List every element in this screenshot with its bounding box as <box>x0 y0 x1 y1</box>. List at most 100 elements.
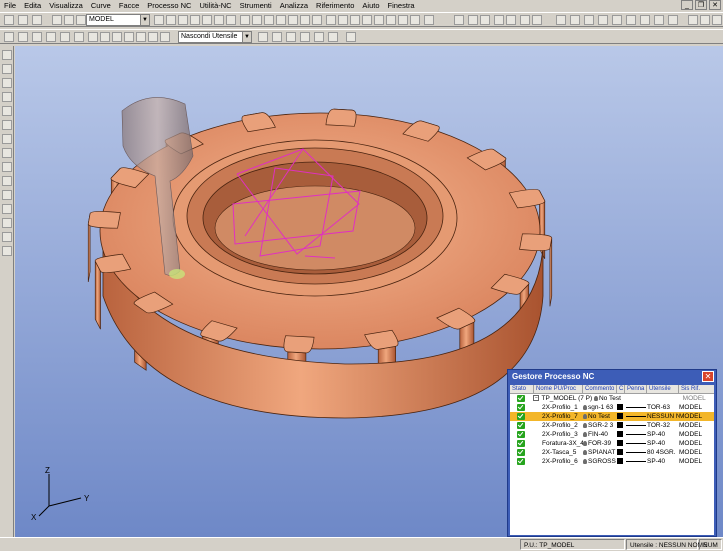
left-tool-button-9[interactable] <box>2 162 12 172</box>
tool-button-29[interactable] <box>424 15 434 25</box>
chevron-down-icon[interactable]: ▼ <box>140 15 149 25</box>
tool-button-18[interactable] <box>288 15 298 25</box>
nc-tool-button-3[interactable] <box>32 32 42 42</box>
tool-button-20[interactable] <box>312 15 322 25</box>
left-tool-button-6[interactable] <box>2 120 12 130</box>
tool-button-26[interactable] <box>386 15 396 25</box>
tool-button-24[interactable] <box>362 15 372 25</box>
tool-button-31[interactable] <box>468 15 478 25</box>
close-icon[interactable]: ✕ <box>702 371 714 382</box>
menu-visualizza[interactable]: Visualizza <box>45 0 87 12</box>
close-window-button[interactable]: ✕ <box>709 0 721 10</box>
tool-button-36[interactable] <box>532 15 542 25</box>
tool-button-3[interactable] <box>32 15 42 25</box>
col-commento[interactable]: Commento <box>583 385 617 393</box>
nc-tool-button-10[interactable] <box>124 32 134 42</box>
menu-utilit-nc[interactable]: Utilità-NC <box>195 0 235 12</box>
col-penna[interactable]: Penna <box>625 385 647 393</box>
model-select[interactable]: MODEL ▼ <box>86 14 150 26</box>
nc-tool-button-15[interactable] <box>272 32 282 42</box>
tool-button-17[interactable] <box>276 15 286 25</box>
tool-button-11[interactable] <box>202 15 212 25</box>
col-sis-rif[interactable]: Sis Rif. <box>679 385 714 393</box>
chevron-down-icon[interactable]: ▼ <box>242 32 251 42</box>
minimize-button[interactable]: _ <box>681 0 693 10</box>
tool-button-8[interactable] <box>166 15 176 25</box>
tool-button-33[interactable] <box>494 15 504 25</box>
nc-tool-button-16[interactable] <box>286 32 296 42</box>
tool-button-28[interactable] <box>410 15 420 25</box>
tool-button-25[interactable] <box>374 15 384 25</box>
nc-tool-button-17[interactable] <box>300 32 310 42</box>
tool-button-35[interactable] <box>520 15 530 25</box>
tool-button-9[interactable] <box>178 15 188 25</box>
menu-facce[interactable]: Facce <box>115 0 143 12</box>
left-tool-button-14[interactable] <box>2 232 12 242</box>
tool-button-44[interactable] <box>654 15 664 25</box>
tool-button-41[interactable] <box>612 15 622 25</box>
col-utensile[interactable]: Utensile <box>647 385 679 393</box>
nc-tool-button-5[interactable] <box>60 32 70 42</box>
nc-tool-button-9[interactable] <box>112 32 122 42</box>
tool-button-5[interactable] <box>64 15 74 25</box>
left-tool-button-10[interactable] <box>2 176 12 186</box>
menu-edita[interactable]: Edita <box>20 0 45 12</box>
tool-button-38[interactable] <box>570 15 580 25</box>
table-row[interactable]: 2X-Profilo_3 FIN-40 SP-40 MODEL <box>510 430 714 439</box>
menu-aiuto[interactable]: Aiuto <box>358 0 383 12</box>
tool-button-19[interactable] <box>300 15 310 25</box>
table-row[interactable]: 2X-Tasca_5 SPIANAT 80 4SGR. MODEL <box>510 448 714 457</box>
left-tool-button-15[interactable] <box>2 246 12 256</box>
menu-strumenti[interactable]: Strumenti <box>236 0 276 12</box>
tool-button-21[interactable] <box>326 15 336 25</box>
table-row[interactable]: 2X-Profilo_6 SGROSS SP-40 MODEL <box>510 457 714 466</box>
nc-tool-button-4[interactable] <box>46 32 56 42</box>
nc-tool-button-14[interactable] <box>258 32 268 42</box>
restore-button[interactable]: ❐ <box>695 0 707 10</box>
tool-button-1[interactable] <box>4 15 14 25</box>
nc-tool-button-18[interactable] <box>314 32 324 42</box>
tool-button-34[interactable] <box>506 15 516 25</box>
tool-button-39[interactable] <box>584 15 594 25</box>
col-nome[interactable]: Nome PU/Proc <box>534 385 583 393</box>
nc-process-manager[interactable]: Gestore Processo NC ✕ Stato Nome PU/Proc… <box>507 369 717 537</box>
tool-button-10[interactable] <box>190 15 200 25</box>
nc-tool-button-2[interactable] <box>18 32 28 42</box>
left-tool-button-7[interactable] <box>2 134 12 144</box>
menu-file[interactable]: File <box>0 0 20 12</box>
table-row[interactable]: 2X-Profilo_2 SGR-2 3 TOR-32 MODEL <box>510 421 714 430</box>
tool-button-27[interactable] <box>398 15 408 25</box>
left-tool-button-1[interactable] <box>2 50 12 60</box>
tool-button-22[interactable] <box>338 15 348 25</box>
nc-tool-button-1[interactable] <box>4 32 14 42</box>
tool-button-42[interactable] <box>626 15 636 25</box>
tool-button-46[interactable] <box>688 15 698 25</box>
table-row[interactable]: 2X-Profilo_7 No Test NESSUN N MODEL <box>510 412 714 421</box>
menu-riferimento[interactable]: Riferimento <box>312 0 358 12</box>
tool-visibility-select[interactable]: Nascondi Utensile ▼ <box>178 31 252 43</box>
tool-button-45[interactable] <box>668 15 678 25</box>
left-tool-button-13[interactable] <box>2 218 12 228</box>
tool-button-48[interactable] <box>712 15 722 25</box>
menu-processo-nc[interactable]: Processo NC <box>143 0 195 12</box>
menu-finestra[interactable]: Finestra <box>384 0 419 12</box>
nc-tool-button-13[interactable] <box>160 32 170 42</box>
tool-button-30[interactable] <box>454 15 464 25</box>
tool-button-37[interactable] <box>556 15 566 25</box>
table-row[interactable]: 2X-Profilo_1 sgn-1 63 TOR-63 MODEL <box>510 403 714 412</box>
tool-button-13[interactable] <box>226 15 236 25</box>
tool-button-2[interactable] <box>18 15 28 25</box>
nc-tool-button-8[interactable] <box>100 32 110 42</box>
nc-tool-button-7[interactable] <box>88 32 98 42</box>
tool-button-47[interactable] <box>700 15 710 25</box>
tool-button-12[interactable] <box>214 15 224 25</box>
left-tool-button-5[interactable] <box>2 106 12 116</box>
col-c[interactable]: C <box>617 385 625 393</box>
menu-curve[interactable]: Curve <box>87 0 115 12</box>
nc-tool-button-19[interactable] <box>328 32 338 42</box>
tool-button-4[interactable] <box>52 15 62 25</box>
tool-button-43[interactable] <box>640 15 650 25</box>
tool-button-40[interactable] <box>598 15 608 25</box>
left-tool-button-4[interactable] <box>2 92 12 102</box>
tool-button-7[interactable] <box>154 15 164 25</box>
